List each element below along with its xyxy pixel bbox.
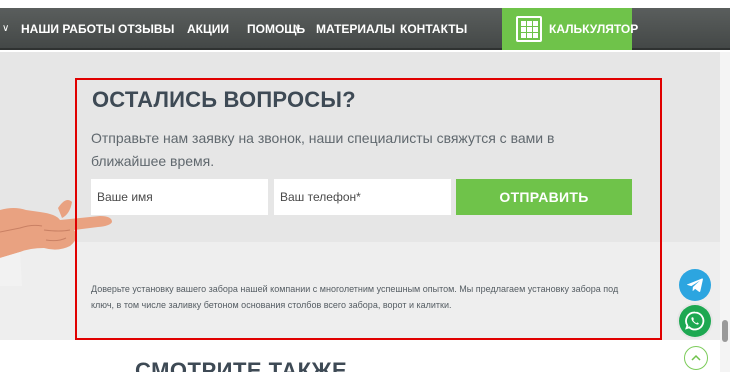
submit-button[interactable]: ОТПРАВИТЬ: [456, 179, 632, 215]
whatsapp-icon: [685, 311, 705, 331]
chevron-up-icon: [691, 354, 701, 361]
scroll-up-button[interactable]: [684, 346, 708, 370]
calculator-label: КАЛЬКУЛЯТОР: [549, 22, 639, 36]
see-also-title: СМОТРИТЕ ТАКЖЕ: [135, 358, 348, 372]
name-input[interactable]: [91, 179, 268, 215]
nav-item-our-works[interactable]: НАШИ РАБОТЫ: [21, 8, 115, 50]
nav-item-materials[interactable]: МАТЕРИАЛЫ: [316, 8, 395, 50]
calculator-icon: [516, 16, 542, 42]
telegram-icon: [686, 278, 703, 293]
form-title: ОСТАЛИСЬ ВОПРОСЫ?: [92, 87, 356, 112]
whatsapp-button[interactable]: [679, 305, 711, 337]
chevron-down-icon[interactable]: ∨: [294, 8, 301, 50]
calculator-button[interactable]: КАЛЬКУЛЯТОР: [502, 8, 638, 50]
chevron-down-icon[interactable]: ∨: [2, 8, 9, 50]
disclaimer-text: Доверьте установку вашего забора нашей к…: [91, 284, 619, 310]
main-nav: ∨ НАШИ РАБОТЫ ОТЗЫВЫ АКЦИИ ПОМОЩЬ ∨ МАТЕ…: [0, 8, 730, 50]
nav-item-promotions[interactable]: АКЦИИ: [187, 8, 229, 50]
telegram-button[interactable]: [679, 269, 711, 301]
nav-item-reviews[interactable]: ОТЗЫВЫ: [118, 8, 174, 50]
phone-input[interactable]: [274, 179, 451, 215]
scrollbar-thumb[interactable]: [722, 320, 728, 342]
nav-item-contacts[interactable]: КОНТАКТЫ: [400, 8, 467, 50]
form-subtitle: Отправьте нам заявку на звонок, наши спе…: [91, 130, 555, 169]
